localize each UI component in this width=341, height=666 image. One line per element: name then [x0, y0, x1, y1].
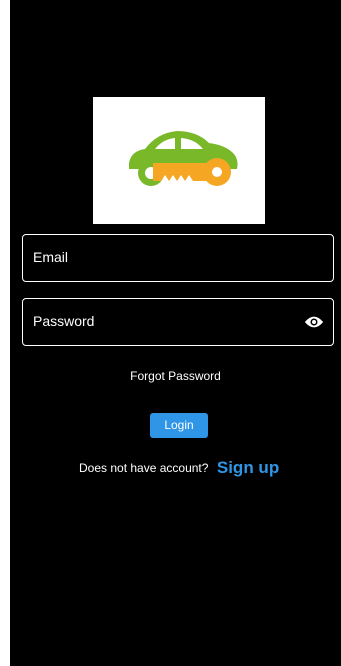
password-placeholder: Password: [33, 313, 95, 329]
signup-row: Does not have account? Sign up: [79, 458, 279, 478]
eye-icon[interactable]: [304, 313, 324, 331]
email-placeholder: Email: [33, 249, 69, 265]
password-field[interactable]: Password: [22, 298, 334, 346]
forgot-password-link[interactable]: Forgot Password: [10, 369, 341, 383]
login-screen: Email Password Forgot Password Login Doe…: [10, 0, 341, 666]
no-account-prompt: Does not have account?: [79, 461, 209, 475]
sign-up-link[interactable]: Sign up: [217, 458, 279, 477]
car-key-logo-icon: [129, 131, 238, 186]
app-logo: [93, 97, 265, 224]
login-button[interactable]: Login: [150, 413, 208, 438]
email-field[interactable]: Email: [22, 234, 334, 282]
